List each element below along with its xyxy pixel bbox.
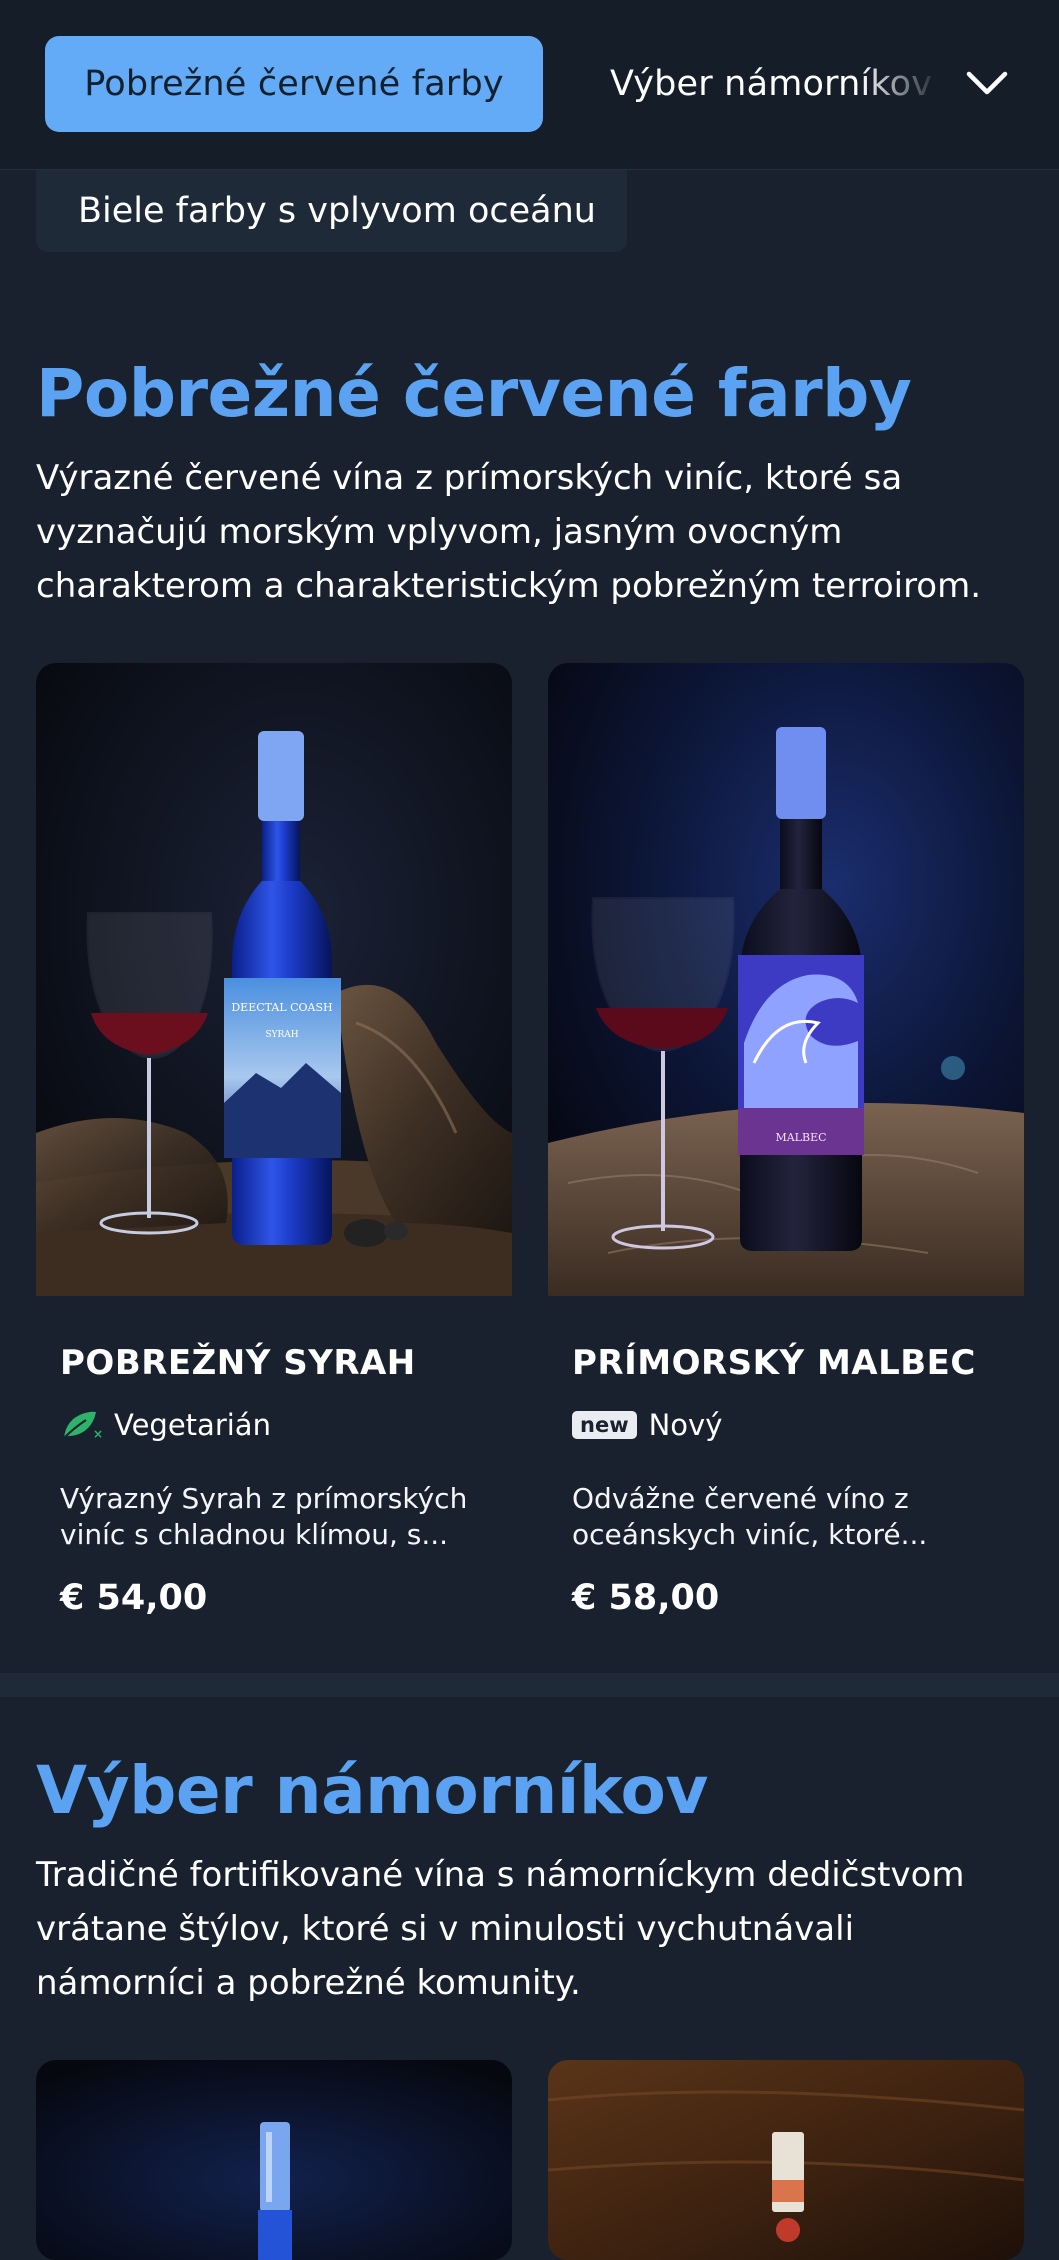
section-title-coastal-reds: Pobrežné červené farby bbox=[36, 355, 912, 432]
chevron-down-icon[interactable] bbox=[955, 56, 1019, 112]
product-name[interactable]: POBREŽNÝ SYRAH bbox=[60, 1343, 416, 1383]
product-tag: new Nový bbox=[572, 1405, 722, 1445]
product-tag-label: Vegetarián bbox=[114, 1408, 271, 1442]
section-description-sailors-selection: Tradičné fortifikované vína s námornícky… bbox=[36, 1855, 965, 2003]
svg-text:×: × bbox=[93, 1427, 102, 1441]
tab-fade-overlay bbox=[860, 36, 960, 132]
section-description-coastal-reds: Výrazné červené vína z prímorských viníc… bbox=[36, 458, 982, 606]
bottle-label-text: DEECTAL COASH bbox=[231, 1001, 332, 1014]
product-card-malbec[interactable]: MALBEC PRÍMORSKÝ MALBEC new Nový Odvážne… bbox=[548, 663, 1024, 1663]
product-description-line-1: Odvážne červené víno z bbox=[572, 1482, 909, 1515]
product-image-malbec[interactable]: MALBEC bbox=[548, 663, 1024, 1296]
product-description-line-2: oceánskych viníc, ktoré... bbox=[572, 1518, 928, 1551]
product-tag-label: Nový bbox=[648, 1408, 723, 1442]
new-badge: new bbox=[572, 1411, 637, 1439]
product-description: Výrazný Syrah z prímorských viníc s chla… bbox=[60, 1481, 500, 1553]
bottle-label-sub: SYRAH bbox=[265, 1030, 298, 1040]
product-card-partial-1[interactable] bbox=[36, 2060, 512, 2260]
product-card-syrah[interactable]: DEECTAL COASH SYRAH POBREŽNÝ SYRAH × Veg… bbox=[36, 663, 512, 1663]
product-description: Odvážne červené víno z oceánskych viníc,… bbox=[572, 1481, 1012, 1553]
bottle-label-sub: MALBEC bbox=[775, 1131, 826, 1144]
section-divider bbox=[0, 1673, 1059, 1697]
product-price: € 58,00 bbox=[572, 1578, 720, 1618]
product-image-partial-2[interactable] bbox=[548, 2060, 1024, 2260]
tab-ocean-whites[interactable]: Biele farby s vplyvom oceánu bbox=[36, 170, 627, 252]
category-nav: Pobrežné červené farby Výber námorníkov bbox=[0, 0, 1059, 170]
product-description-line-1: Výrazný Syrah z prímorských bbox=[60, 1482, 468, 1515]
vegetarian-leaf-icon: × bbox=[63, 1411, 102, 1441]
product-image-partial-1[interactable] bbox=[36, 2060, 512, 2260]
tab-coastal-reds[interactable]: Pobrežné červené farby bbox=[45, 36, 543, 132]
product-description-line-2: viníc s chladnou klímou, s... bbox=[60, 1518, 449, 1551]
section-title-sailors-selection: Výber námorníkov bbox=[36, 1752, 708, 1829]
product-tag: × Vegetarián bbox=[60, 1405, 271, 1445]
product-card-partial-2[interactable] bbox=[548, 2060, 1024, 2260]
product-name[interactable]: PRÍMORSKÝ MALBEC bbox=[572, 1343, 976, 1383]
product-price: € 54,00 bbox=[60, 1578, 208, 1618]
product-image-syrah[interactable]: DEECTAL COASH SYRAH bbox=[36, 663, 512, 1296]
